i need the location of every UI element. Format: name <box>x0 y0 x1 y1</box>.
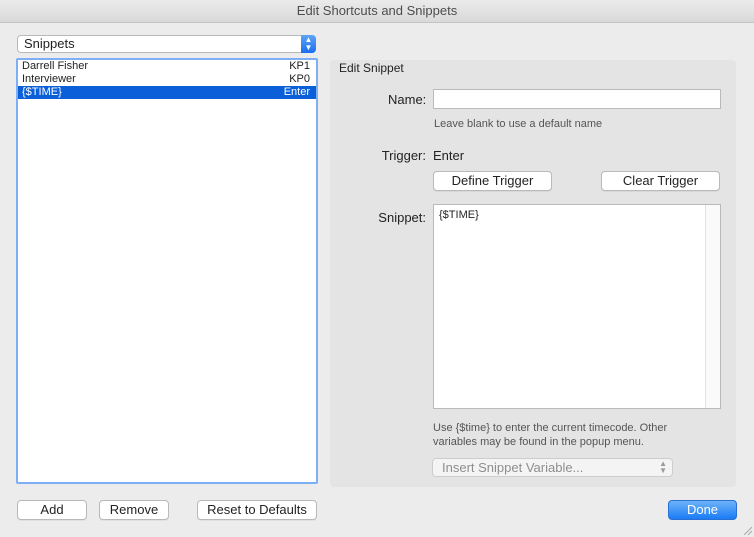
define-trigger-button[interactable]: Define Trigger <box>433 171 552 191</box>
name-label: Name: <box>388 92 427 107</box>
snippet-scrollbar[interactable] <box>705 205 720 408</box>
list-item-name: {$TIME} <box>22 86 62 98</box>
insert-snippet-variable-select[interactable]: Insert Snippet Variable... ▲ ▼ <box>432 458 673 477</box>
remove-button[interactable]: Remove <box>99 500 169 520</box>
name-field[interactable] <box>433 89 721 109</box>
snippet-help-line-2: variables may be found in the popup menu… <box>433 436 644 448</box>
list-item-selected[interactable]: {$TIME} Enter <box>18 86 316 99</box>
clear-trigger-button[interactable]: Clear Trigger <box>601 171 720 191</box>
add-button[interactable]: Add <box>17 500 87 520</box>
list-item-name: Interviewer <box>22 73 76 85</box>
snippet-text: {$TIME} <box>439 209 479 221</box>
trigger-value: Enter <box>433 148 465 163</box>
name-help-text: Leave blank to use a default name <box>434 118 603 130</box>
chevron-up-down-icon: ▲ ▼ <box>301 35 316 53</box>
mode-select[interactable]: Snippets ▲ ▼ <box>17 35 316 53</box>
edit-snippet-heading: Edit Snippet <box>339 61 404 75</box>
snippet-text-area[interactable]: {$TIME} <box>433 204 721 409</box>
list-item-shortcut: KP1 <box>289 60 310 72</box>
snippet-label: Snippet: <box>378 210 426 225</box>
done-button[interactable]: Done <box>668 500 737 520</box>
list-item[interactable]: Interviewer KP0 <box>18 73 316 86</box>
resize-grip-icon[interactable] <box>742 525 752 535</box>
mode-select-value: Snippets <box>24 36 75 51</box>
chevron-up-down-icon: ▲ ▼ <box>659 459 667 475</box>
trigger-label: Trigger: <box>381 148 426 163</box>
list-item[interactable]: Darrell Fisher KP1 <box>18 60 316 73</box>
list-item-shortcut: Enter <box>283 86 310 98</box>
window-title: Edit Shortcuts and Snippets <box>0 0 754 23</box>
insert-variable-label: Insert Snippet Variable... <box>442 460 584 475</box>
list-item-shortcut: KP0 <box>289 73 310 85</box>
snippet-help-line-1: Use {$time} to enter the current timecod… <box>433 422 668 434</box>
list-item-name: Darrell Fisher <box>22 60 89 72</box>
reset-defaults-button[interactable]: Reset to Defaults <box>197 500 317 520</box>
snippet-list[interactable]: Darrell Fisher KP1 Interviewer KP0 {$TIM… <box>16 58 318 484</box>
